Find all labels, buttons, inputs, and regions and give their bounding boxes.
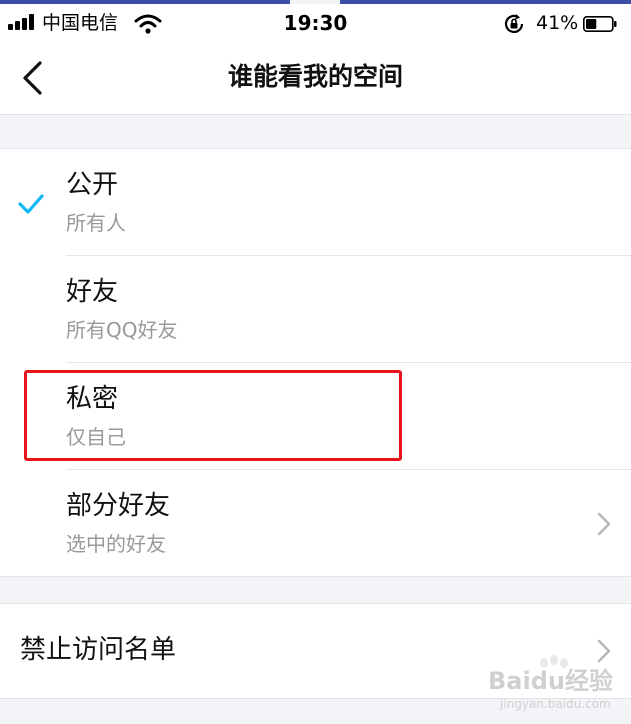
watermark-text: Baidu经验 xyxy=(488,667,613,695)
visibility-options-list: 公开 所有人 好友 所有QQ好友 私密 仅自己 部分好友 选中的好友 xyxy=(0,148,631,577)
option-subtitle: 选中的好友 xyxy=(66,532,166,556)
option-subtitle: 仅自己 xyxy=(66,425,126,449)
battery-icon xyxy=(583,16,617,32)
option-title: 好友 xyxy=(66,277,119,307)
page-title: 谁能看我的空间 xyxy=(227,62,403,91)
option-some-friends[interactable]: 部分好友 选中的好友 xyxy=(0,470,631,577)
rotation-lock-icon xyxy=(504,14,524,33)
option-title: 部分好友 xyxy=(66,491,171,521)
option-friends[interactable]: 好友 所有QQ好友 xyxy=(0,256,631,363)
status-bar: 中国电信 19:30 41% xyxy=(0,4,631,42)
blocked-list-title: 禁止访问名单 xyxy=(20,635,177,665)
watermark-subtext: jingyan.baidu.com xyxy=(500,697,611,711)
checkmark-icon xyxy=(18,194,44,214)
option-title: 私密 xyxy=(66,384,119,414)
navigation-bar: 谁能看我的空间 xyxy=(0,42,631,115)
option-private[interactable]: 私密 仅自己 xyxy=(0,363,631,470)
chevron-right-icon xyxy=(597,512,611,536)
option-title: 公开 xyxy=(66,170,119,200)
battery-percent: 41% xyxy=(536,12,579,34)
option-public[interactable]: 公开 所有人 xyxy=(0,149,631,256)
option-subtitle: 所有QQ好友 xyxy=(66,318,178,342)
option-subtitle: 所有人 xyxy=(66,211,126,235)
